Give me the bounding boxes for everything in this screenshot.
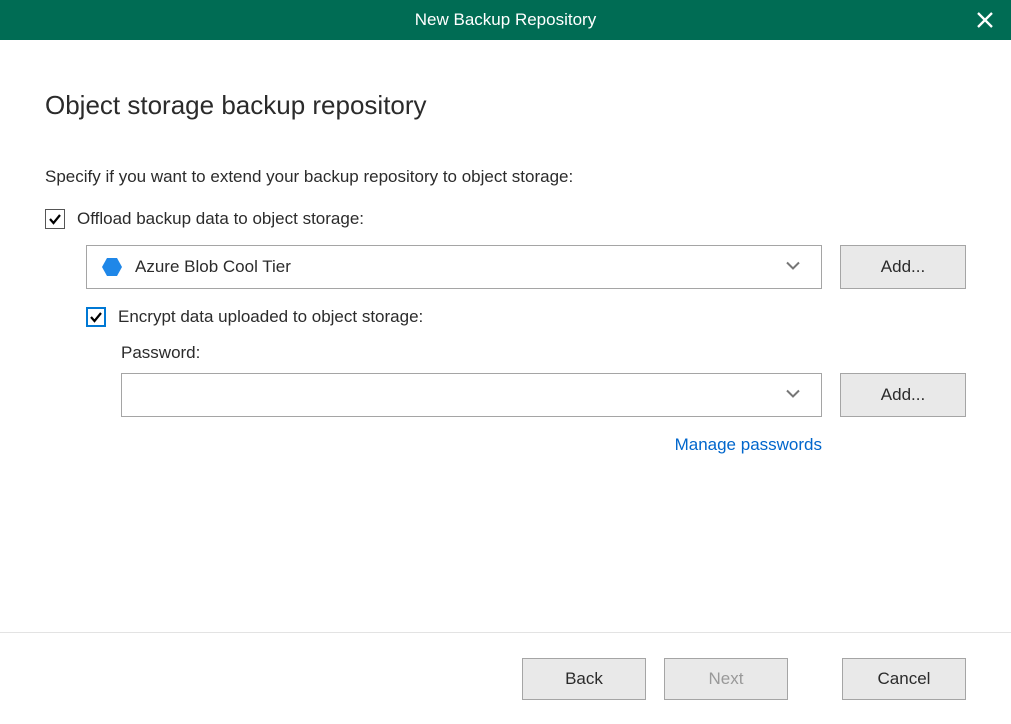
page-description: Specify if you want to extend your backu… [45, 167, 966, 187]
manage-passwords-row: Manage passwords [121, 435, 966, 455]
offload-checkbox-row: Offload backup data to object storage: [45, 209, 966, 229]
page-title: Object storage backup repository [45, 90, 966, 121]
offload-checkbox-label: Offload backup data to object storage: [77, 209, 364, 229]
storage-dropdown-value: Azure Blob Cool Tier [135, 257, 291, 277]
password-dropdown-row: Add... [121, 373, 966, 417]
storage-dropdown[interactable]: Azure Blob Cool Tier [86, 245, 822, 289]
add-storage-button[interactable]: Add... [840, 245, 966, 289]
window-title: New Backup Repository [415, 10, 596, 30]
titlebar: New Backup Repository [0, 0, 1011, 40]
encrypt-checkbox-label: Encrypt data uploaded to object storage: [118, 307, 423, 327]
chevron-down-icon [783, 384, 803, 407]
storage-dropdown-row: Azure Blob Cool Tier Add... [86, 245, 966, 289]
password-section: Password: Add... [121, 343, 966, 417]
check-icon [48, 212, 62, 226]
cancel-button[interactable]: Cancel [842, 658, 966, 700]
encrypt-checkbox[interactable] [86, 307, 106, 327]
azure-hexagon-icon [101, 256, 123, 278]
encrypt-checkbox-row: Encrypt data uploaded to object storage: [86, 307, 966, 327]
dialog-footer: Back Next Cancel [0, 632, 1011, 724]
dialog-content: Object storage backup repository Specify… [0, 40, 1011, 632]
close-button[interactable] [973, 8, 997, 32]
password-dropdown[interactable] [121, 373, 822, 417]
check-icon [89, 310, 103, 324]
manage-passwords-link[interactable]: Manage passwords [675, 435, 822, 455]
back-button[interactable]: Back [522, 658, 646, 700]
chevron-down-icon [783, 256, 803, 279]
add-password-button[interactable]: Add... [840, 373, 966, 417]
close-icon [976, 11, 994, 29]
next-button[interactable]: Next [664, 658, 788, 700]
password-label: Password: [121, 343, 966, 363]
offload-checkbox[interactable] [45, 209, 65, 229]
